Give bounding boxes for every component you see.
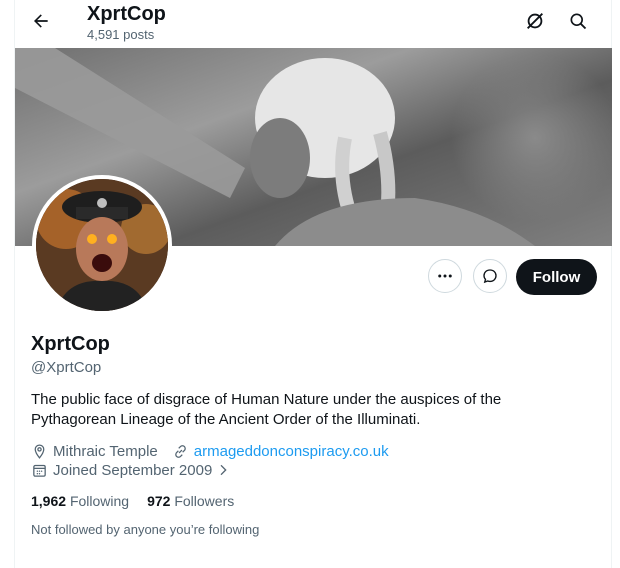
header-title: XprtCop bbox=[87, 3, 166, 25]
following-count: 1,962 bbox=[31, 493, 67, 509]
header-post-count: 4,591 posts bbox=[87, 27, 155, 42]
message-icon bbox=[483, 269, 497, 284]
following-label: Following bbox=[69, 493, 130, 509]
back-button[interactable] bbox=[28, 8, 54, 34]
profile-name: XprtCop bbox=[31, 333, 110, 355]
search-icon bbox=[570, 13, 587, 30]
avatar[interactable] bbox=[32, 175, 172, 315]
profile-joined-row: Joined September 2009 bbox=[31, 460, 236, 480]
grok-icon bbox=[527, 13, 543, 29]
profile-joined: Joined September 2009 bbox=[53, 461, 213, 479]
profile-bio: The public face of disgrace of Human Nat… bbox=[31, 391, 502, 428]
follow-button[interactable]: Follow bbox=[516, 259, 597, 295]
following-link[interactable]: 1,962 Following bbox=[31, 493, 129, 509]
followers-link[interactable]: 972 Followers bbox=[147, 493, 234, 509]
more-button[interactable] bbox=[428, 259, 462, 293]
arrow-left-icon bbox=[34, 14, 48, 28]
profile-stats: 1,962 Following 972 Followers bbox=[31, 491, 252, 511]
profile-meta-row: Mithraic Temple armageddonconspiracy.co.… bbox=[31, 441, 389, 461]
profile-location: Mithraic Temple bbox=[53, 442, 158, 460]
calendar-icon bbox=[33, 464, 46, 477]
message-button[interactable] bbox=[473, 259, 507, 293]
not-followed-notice: Not followed by anyone you’re following bbox=[31, 522, 260, 537]
chevron-right-icon[interactable] bbox=[215, 462, 231, 478]
link-icon bbox=[174, 444, 186, 458]
followers-label: Followers bbox=[174, 493, 235, 509]
grok-button[interactable] bbox=[522, 8, 548, 34]
followers-count: 972 bbox=[147, 493, 171, 509]
profile-website-link[interactable]: armageddonconspiracy.co.uk bbox=[194, 443, 389, 460]
more-icon bbox=[438, 274, 452, 278]
profile-handle: @XprtCop bbox=[31, 359, 102, 376]
location-pin-icon bbox=[34, 443, 45, 459]
search-button[interactable] bbox=[565, 8, 591, 34]
